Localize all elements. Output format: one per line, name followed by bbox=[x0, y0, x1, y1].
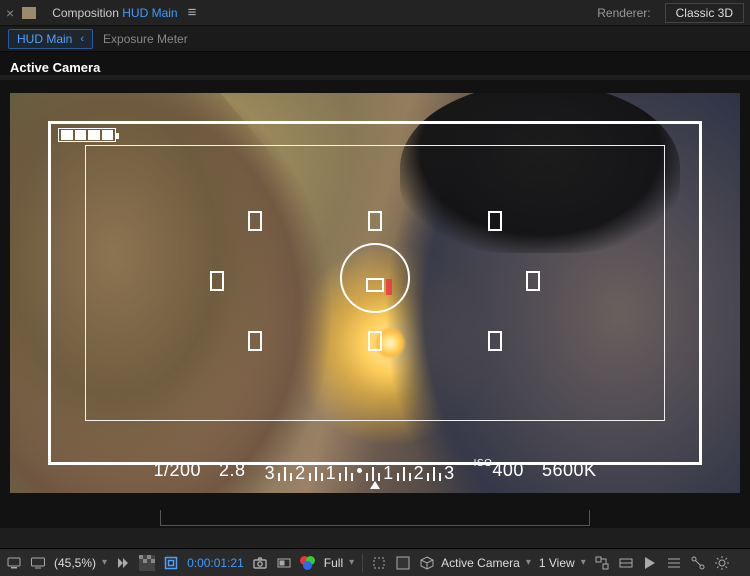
3d-view-dropdown[interactable]: Active Camera ▾ bbox=[419, 555, 531, 571]
resolution-value: Full bbox=[324, 556, 343, 570]
close-panel-x-icon[interactable]: × bbox=[6, 5, 14, 21]
views-value: 1 View bbox=[539, 556, 575, 570]
toggle-transparency-icon[interactable] bbox=[395, 555, 411, 571]
timeline-icon[interactable] bbox=[666, 555, 682, 571]
panel-color-chip bbox=[22, 7, 36, 19]
footage-hair-right bbox=[400, 93, 680, 253]
panel-title: Composition HUD Main bbox=[52, 6, 177, 20]
panel-tab-bar: × Composition HUD Main ≡ Renderer: Class… bbox=[0, 0, 750, 26]
fast-previews-icon[interactable] bbox=[642, 555, 658, 571]
caret-down-icon: ▾ bbox=[349, 557, 354, 568]
composition-breadcrumb: HUD Main ‹ Exposure Meter bbox=[0, 26, 750, 52]
crumb-active[interactable]: HUD Main ‹ bbox=[8, 29, 93, 49]
resolution-dropdown[interactable]: Full ▾ bbox=[324, 556, 354, 570]
work-area-bar[interactable] bbox=[160, 510, 590, 526]
pixel-aspect-icon[interactable] bbox=[618, 555, 634, 571]
show-snapshot-icon[interactable] bbox=[276, 555, 292, 571]
crumb-child[interactable]: Exposure Meter bbox=[103, 32, 188, 46]
panel-title-prefix: Composition bbox=[52, 6, 119, 20]
footage-sunflare bbox=[375, 328, 405, 358]
separator bbox=[362, 554, 363, 572]
renderer-label: Renderer: bbox=[597, 6, 650, 20]
always-preview-icon[interactable] bbox=[6, 555, 22, 571]
renderer-dropdown[interactable]: Classic 3D bbox=[665, 3, 744, 23]
panel-title-link[interactable]: HUD Main bbox=[122, 6, 177, 20]
caret-down-icon: ▾ bbox=[581, 557, 586, 568]
composition-viewer[interactable]: 1/200 2.8 3 2 1 1 2 3 ISO400 5600K bbox=[0, 80, 750, 528]
flowchart-icon[interactable] bbox=[690, 555, 706, 571]
roi-icon[interactable] bbox=[371, 555, 387, 571]
view-label: Active Camera bbox=[0, 52, 750, 75]
magnification-dropdown[interactable]: (45,5%) ▾ bbox=[54, 556, 107, 570]
chevron-left-icon: ‹ bbox=[80, 33, 84, 45]
panel-menu-icon[interactable]: ≡ bbox=[188, 4, 197, 21]
fast-preview-icon[interactable] bbox=[115, 555, 131, 571]
camera-value: Active Camera bbox=[441, 556, 520, 570]
channel-icon[interactable] bbox=[300, 555, 316, 571]
transparency-grid-icon[interactable] bbox=[139, 555, 155, 571]
share-view-icon[interactable] bbox=[594, 555, 610, 571]
mask-visibility-icon[interactable] bbox=[163, 555, 179, 571]
renderer-value: Classic 3D bbox=[676, 6, 733, 20]
exposure-icon[interactable] bbox=[714, 555, 730, 571]
crumb-active-label: HUD Main bbox=[17, 32, 72, 46]
cube-icon bbox=[419, 555, 435, 571]
snapshot-icon[interactable] bbox=[252, 555, 268, 571]
magnification-value: (45,5%) bbox=[54, 556, 96, 570]
current-time[interactable]: 0:00:01:21 bbox=[187, 556, 244, 570]
caret-down-icon: ▾ bbox=[102, 557, 107, 568]
viewer-toolbar: (45,5%) ▾ 0:00:01:21 Full ▾ Active Camer… bbox=[0, 548, 750, 576]
caret-down-icon: ▾ bbox=[526, 557, 531, 568]
monitor-icon[interactable] bbox=[30, 555, 46, 571]
composition-frame: 1/200 2.8 3 2 1 1 2 3 ISO400 5600K bbox=[10, 93, 740, 493]
views-layout-dropdown[interactable]: 1 View ▾ bbox=[539, 556, 586, 570]
